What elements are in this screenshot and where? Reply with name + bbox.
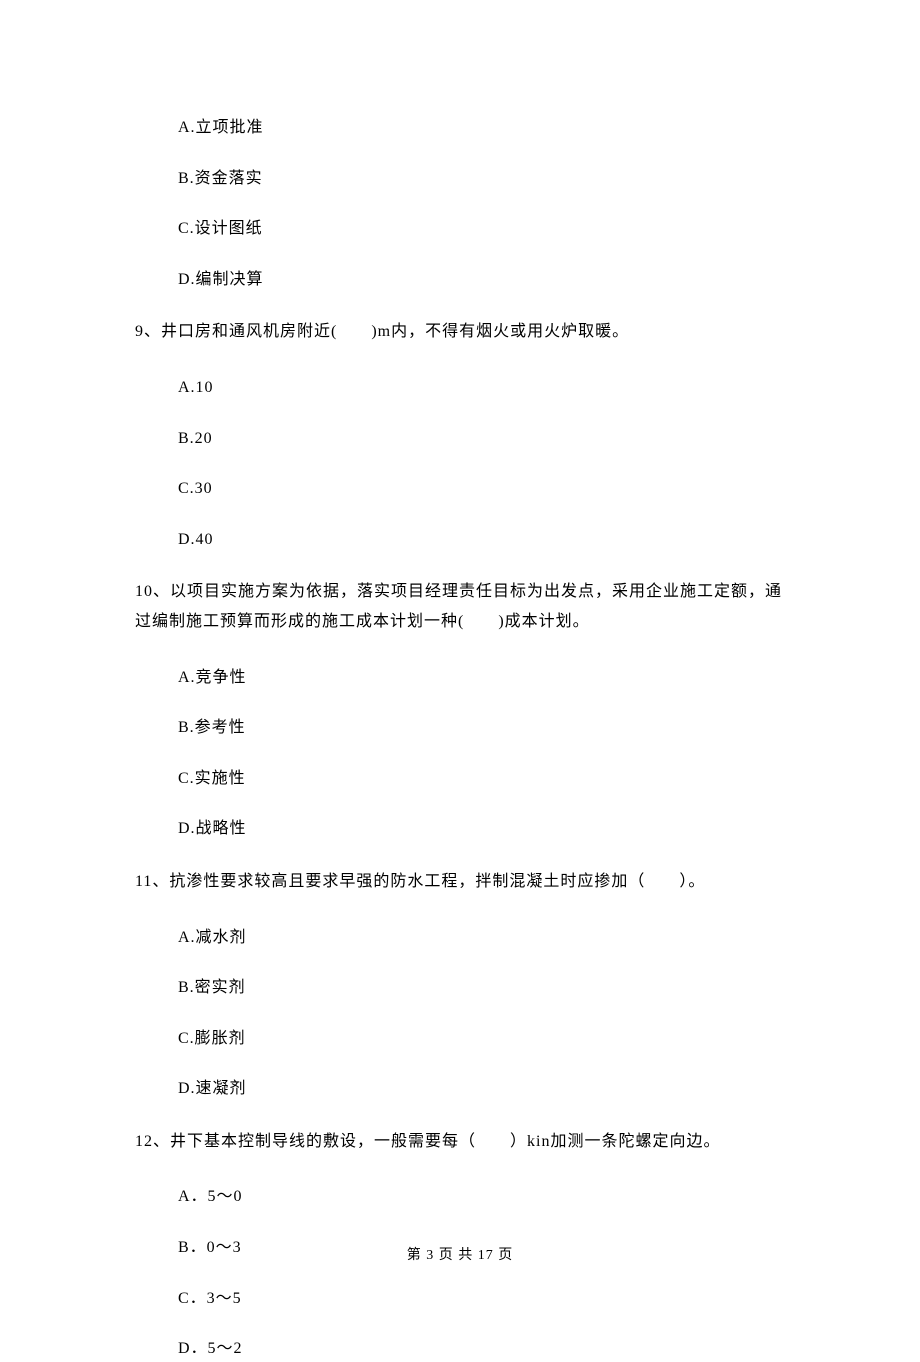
q12-text: 12、井下基本控制导线的敷设，一般需要每（ ）kin加测一条陀螺定向边。 [135,1127,785,1157]
q11-option-c: C.膨胀剂 [135,1026,785,1052]
q12-option-a: A．5～0 [135,1184,785,1210]
q9-option-c: C.30 [135,476,785,502]
q11-options: A.减水剂 B.密实剂 C.膨胀剂 D.速凝剂 [135,925,785,1102]
q12-option-c: C．3～5 [135,1286,785,1312]
q10-option-b: B.参考性 [135,715,785,741]
q12-options: A．5～0 B．0～3 C．3～5 D．5～2 [135,1184,785,1361]
q11-option-b: B.密实剂 [135,975,785,1001]
q9-option-b: B.20 [135,426,785,452]
q10-option-a: A.竞争性 [135,665,785,691]
q10-text: 10、以项目实施方案为依据，落实项目经理责任目标为出发点，采用企业施工定额，通过… [135,577,785,636]
q12-option-d: D．5～2 [135,1336,785,1362]
q8-option-a: A.立项批准 [135,115,785,141]
q9-text: 9、井口房和通风机房附近( )m内，不得有烟火或用火炉取暖。 [135,317,785,347]
page-content: A.立项批准 B.资金落实 C.设计图纸 D.编制决算 9、井口房和通风机房附近… [0,0,920,1362]
q11-option-d: D.速凝剂 [135,1076,785,1102]
q8-option-b: B.资金落实 [135,166,785,192]
q10-option-d: D.战略性 [135,816,785,842]
q11-option-a: A.减水剂 [135,925,785,951]
q11-text: 11、抗渗性要求较高且要求早强的防水工程，拌制混凝土时应掺加（ ）。 [135,867,785,897]
q9-option-d: D.40 [135,527,785,553]
page-footer: 第 3 页 共 17 页 [0,1244,920,1264]
q9-options: A.10 B.20 C.30 D.40 [135,375,785,552]
q8-options: A.立项批准 B.资金落实 C.设计图纸 D.编制决算 [135,115,785,292]
q9-option-a: A.10 [135,375,785,401]
q8-option-d: D.编制决算 [135,267,785,293]
q10-options: A.竞争性 B.参考性 C.实施性 D.战略性 [135,665,785,842]
q10-option-c: C.实施性 [135,766,785,792]
q8-option-c: C.设计图纸 [135,216,785,242]
